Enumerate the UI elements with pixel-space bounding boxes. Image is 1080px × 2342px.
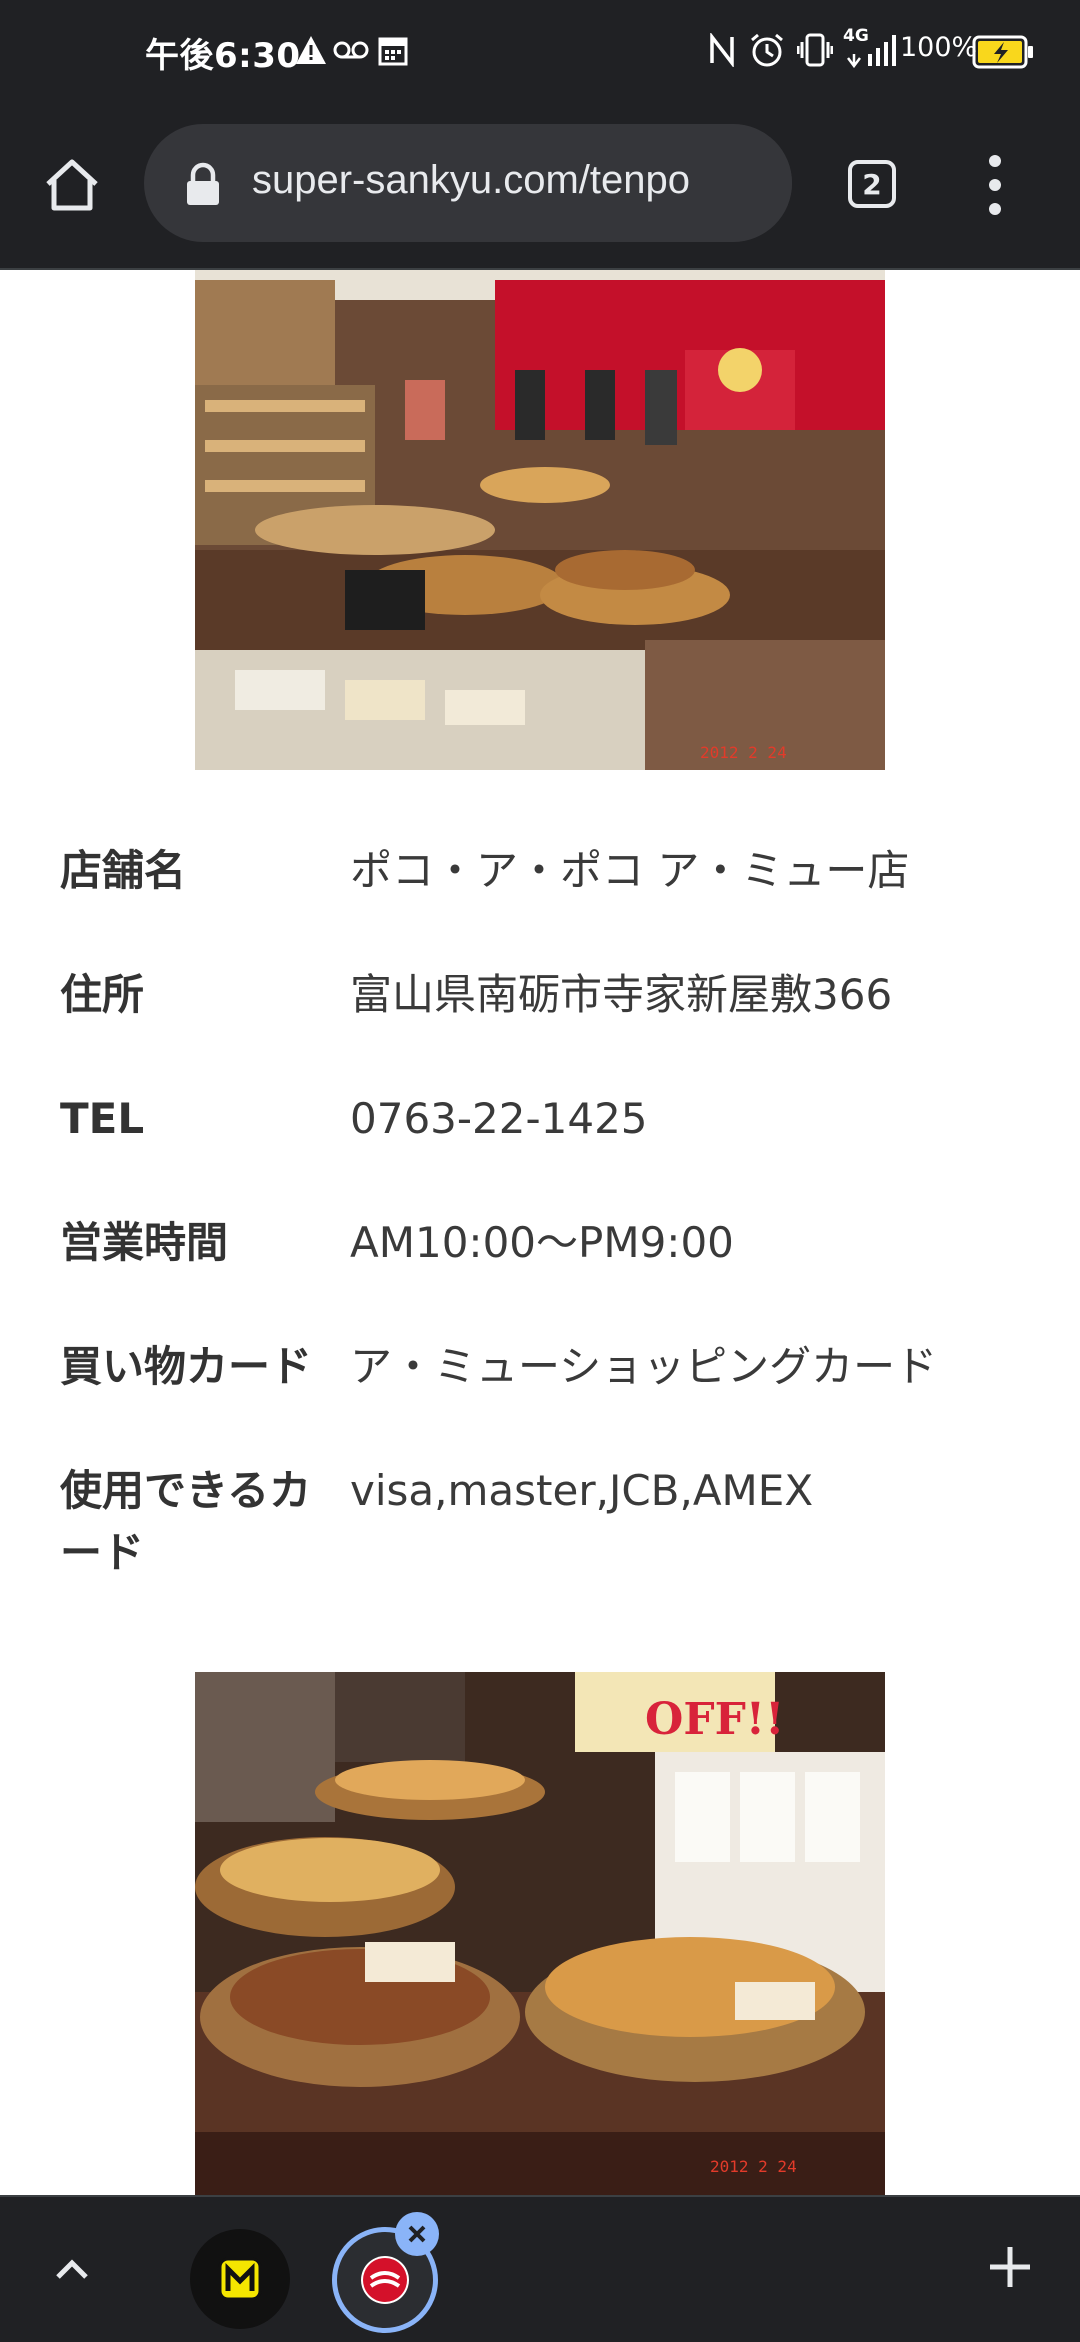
photo-date-stamp: 2012 2 24: [700, 743, 787, 762]
url-text: super-sankyu.com/tenpo: [252, 158, 691, 202]
status-bar: 午後6:30 4G 100%: [0, 0, 1080, 100]
hours-value: AM10:00〜PM9:00: [350, 1218, 734, 1267]
address-label: 住所: [60, 970, 145, 1019]
sale-sign-text: OFF!!: [645, 1694, 784, 1745]
shopping-card-label: 買い物カード: [60, 1342, 313, 1391]
web-page: 2012 2 24 店舗名 ポコ・ア・ポコ ア・ミュー店 住所 富山県南砺市寺家…: [0, 270, 1080, 2195]
overflow-menu-button[interactable]: [975, 150, 1015, 220]
signal-icon: [846, 30, 896, 70]
battery-percent: 100%: [900, 32, 978, 63]
menu-dot-icon: [989, 203, 1001, 215]
battery-charging-icon: [972, 32, 1034, 72]
url-fade: [712, 124, 792, 242]
address-bar[interactable]: super-sankyu.com/tenpo: [144, 124, 792, 242]
voicemail-icon: [333, 30, 369, 70]
lock-icon: [184, 162, 222, 210]
alarm-icon: [749, 30, 785, 70]
vibrate-icon: [797, 30, 833, 70]
address-value: 富山県南砺市寺家新屋敷366: [350, 970, 893, 1019]
shopping-card-value: ア・ミューショッピングカード: [350, 1342, 938, 1391]
plus-icon: [990, 2247, 1030, 2287]
tab-switcher-button[interactable]: 2: [848, 160, 896, 208]
chevron-up-icon: [56, 2259, 88, 2279]
tab-strip-bar: [0, 2195, 1080, 2342]
home-icon: [46, 159, 98, 211]
browser-toolbar: super-sankyu.com/tenpo 2: [0, 100, 1080, 270]
close-icon: [408, 2225, 426, 2243]
photo-date-stamp: 2012 2 24: [710, 2157, 797, 2176]
store-name-value: ポコ・ア・ポコ ア・ミュー店: [350, 846, 910, 895]
menu-dot-icon: [989, 179, 1001, 191]
warning-icon: [294, 30, 328, 70]
new-tab-button[interactable]: [978, 2235, 1042, 2299]
tab-favicon-1[interactable]: [190, 2229, 290, 2329]
phone-value[interactable]: 0763-22-1425: [350, 1088, 1020, 1150]
menu-dot-icon: [989, 155, 1001, 167]
store-interior-photo: 2012 2 24: [195, 270, 885, 770]
status-time: 午後6:30: [145, 36, 301, 76]
croissant-display-photo: OFF!! 2012 2 24: [195, 1672, 885, 2195]
accepted-cards-value: visa,master,JCB,AMEX: [350, 1466, 814, 1515]
phone-label: TEL: [60, 1094, 145, 1143]
hours-label: 営業時間: [60, 1218, 229, 1267]
nfc-icon: [708, 30, 736, 70]
m-logo-icon: [218, 2257, 262, 2301]
expand-tab-strip-button[interactable]: [40, 2237, 104, 2301]
close-tab-button[interactable]: [395, 2212, 439, 2256]
store-name-label: 店舗名: [60, 846, 187, 895]
accepted-cards-label: 使用できるカード: [60, 1466, 312, 1577]
calendar-icon: [378, 30, 408, 70]
home-button[interactable]: [34, 150, 110, 220]
